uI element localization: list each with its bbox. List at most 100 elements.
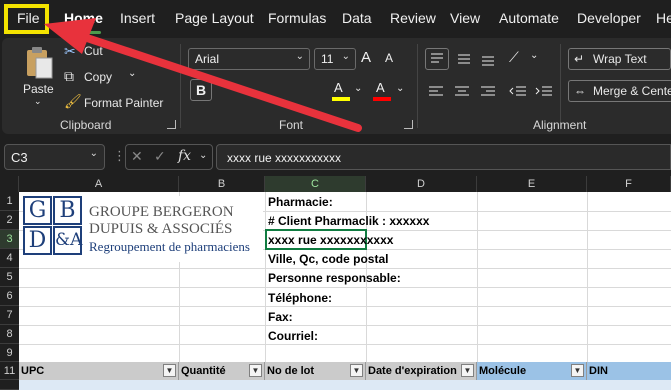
filter-dropdown-icon[interactable]: ▼ bbox=[163, 364, 176, 377]
clipboard-launcher-icon[interactable] bbox=[167, 120, 176, 129]
merge-center-button[interactable]: ⇔ Merge & Cente bbox=[568, 80, 671, 102]
row-header-9[interactable]: 9 bbox=[0, 344, 19, 362]
format-painter-button[interactable]: 🖌 Format Painter bbox=[62, 93, 172, 113]
formula-bar: C3 ⌄ ⋮ ✕ ✓ fx ⌄ xxxx rue xxxxxxxxxxx bbox=[0, 139, 671, 175]
wrap-text-button[interactable]: ↵ Wrap Text bbox=[568, 48, 671, 70]
cell-area[interactable]: G B D &A GROUPE BERGERON DUPUIS & ASSOCI… bbox=[19, 192, 671, 390]
fill-color-button[interactable]: A bbox=[332, 80, 352, 102]
row-header-5[interactable]: 5 bbox=[0, 268, 19, 287]
table-header-row: UPC ▼ Quantité ▼ No de lot ▼ Date d'expi… bbox=[19, 362, 671, 380]
excel-window: File Home Insert Page Layout Formulas Da… bbox=[0, 0, 671, 390]
enter-icon[interactable]: ✓ bbox=[154, 148, 166, 165]
font-color-button[interactable]: A bbox=[372, 80, 392, 102]
select-all-corner[interactable] bbox=[0, 176, 19, 192]
tab-automate[interactable]: Automate bbox=[499, 10, 559, 26]
header-upc: UPC ▼ bbox=[19, 362, 179, 380]
paste-label: Paste bbox=[23, 82, 54, 96]
tab-formulas[interactable]: Formulas bbox=[268, 10, 326, 26]
increase-indent-icon[interactable] bbox=[534, 81, 556, 101]
row-header-3[interactable]: 3 bbox=[0, 230, 19, 249]
row-header-1[interactable]: 1 bbox=[0, 192, 19, 211]
column-header-d[interactable]: D bbox=[366, 176, 477, 192]
row-header-4[interactable]: 4 bbox=[0, 249, 19, 268]
font-launcher-icon[interactable] bbox=[404, 120, 413, 129]
cell-c4: Ville, Qc, code postal bbox=[268, 252, 389, 266]
font-color-chevron-icon[interactable]: ⌄ bbox=[396, 83, 404, 94]
tab-review[interactable]: Review bbox=[390, 10, 436, 26]
header-din: DIN bbox=[587, 362, 671, 380]
align-center-icon[interactable] bbox=[452, 81, 474, 101]
logo-line-1: GROUPE BERGERON bbox=[89, 204, 234, 220]
header-quantite: Quantité ▼ bbox=[179, 362, 265, 380]
wrap-text-icon: ↵ bbox=[574, 52, 585, 66]
align-left-icon[interactable] bbox=[426, 81, 448, 101]
row-header-2[interactable]: 2 bbox=[0, 211, 19, 230]
filter-dropdown-icon[interactable]: ▼ bbox=[350, 364, 363, 377]
cut-button[interactable]: ✂ Cut bbox=[62, 42, 132, 62]
font-name-select[interactable]: Arial ⌄ bbox=[188, 48, 310, 70]
filter-dropdown-icon[interactable]: ▼ bbox=[461, 364, 474, 377]
column-header-a[interactable]: A bbox=[19, 176, 179, 192]
name-box-value: C3 bbox=[11, 150, 28, 165]
name-box[interactable]: C3 ⌄ bbox=[4, 144, 105, 170]
paste-button[interactable]: Paste ⌄ bbox=[16, 42, 60, 110]
tab-insert[interactable]: Insert bbox=[120, 10, 155, 26]
orientation-icon[interactable]: ⟋ bbox=[509, 49, 519, 66]
column-header-c[interactable]: C bbox=[265, 176, 366, 192]
clipboard-group-label: Clipboard bbox=[60, 118, 112, 132]
header-molecule-label: Molécule bbox=[479, 365, 527, 377]
tab-view[interactable]: View bbox=[450, 10, 480, 26]
group-divider bbox=[417, 44, 418, 128]
filter-dropdown-icon[interactable]: ▼ bbox=[249, 364, 262, 377]
formula-value: xxxx rue xxxxxxxxxxx bbox=[227, 151, 342, 165]
tab-data[interactable]: Data bbox=[342, 10, 372, 26]
grow-font-button[interactable]: A bbox=[361, 49, 371, 66]
column-header-b[interactable]: B bbox=[179, 176, 265, 192]
header-date-expiration: Date d'expiration ▼ bbox=[366, 362, 477, 380]
header-din-label: DIN bbox=[589, 365, 608, 377]
table-row[interactable] bbox=[19, 380, 671, 390]
header-quantite-label: Quantité bbox=[181, 365, 226, 377]
tab-help[interactable]: He bbox=[656, 10, 671, 26]
header-date-expiration-label: Date d'expiration bbox=[368, 365, 457, 377]
column-header-e[interactable]: E bbox=[477, 176, 587, 192]
spreadsheet-grid: A B C D E F 1 2 3 4 5 6 7 8 9 11 G B D &… bbox=[0, 176, 671, 390]
logo-letter-d: D bbox=[23, 226, 52, 255]
copy-chevron-icon: ⌄ bbox=[128, 68, 137, 79]
align-top-button[interactable] bbox=[425, 48, 449, 70]
fill-color-chevron-icon[interactable]: ⌄ bbox=[354, 83, 362, 94]
bold-button[interactable]: B bbox=[190, 79, 212, 101]
cell-c8: Courriel: bbox=[268, 329, 319, 343]
cell-c1: Pharmacie: bbox=[268, 195, 333, 209]
align-middle-icon[interactable] bbox=[454, 49, 476, 69]
group-divider bbox=[560, 44, 561, 128]
font-size-select[interactable]: 11 ⌄ bbox=[314, 48, 356, 70]
decrease-indent-icon[interactable] bbox=[508, 81, 530, 101]
font-group-label: Font bbox=[279, 118, 304, 132]
filter-dropdown-icon[interactable]: ▼ bbox=[571, 364, 584, 377]
row-header-6[interactable]: 6 bbox=[0, 287, 19, 306]
cancel-icon[interactable]: ✕ bbox=[131, 148, 143, 165]
formula-input[interactable]: xxxx rue xxxxxxxxxxx bbox=[216, 144, 671, 170]
row-header-7[interactable]: 7 bbox=[0, 306, 19, 325]
tab-developer[interactable]: Developer bbox=[577, 10, 641, 26]
align-top-icon bbox=[431, 53, 443, 63]
row-header-8[interactable]: 8 bbox=[0, 325, 19, 344]
align-bottom-icon[interactable] bbox=[478, 49, 500, 69]
orientation-chevron-icon[interactable]: ⌄ bbox=[530, 50, 538, 61]
row-header-11[interactable]: 11 bbox=[0, 362, 19, 380]
cell-c5: Personne responsable: bbox=[268, 271, 401, 285]
insert-function-icon[interactable]: fx bbox=[178, 148, 191, 164]
shrink-font-button[interactable]: A bbox=[385, 51, 393, 65]
tab-page-layout[interactable]: Page Layout bbox=[175, 10, 254, 26]
row-header-12[interactable] bbox=[0, 380, 19, 390]
font-color-icon: A bbox=[376, 80, 385, 95]
tab-home[interactable]: Home bbox=[64, 10, 103, 34]
align-right-icon[interactable] bbox=[478, 81, 500, 101]
format-painter-label: Format Painter bbox=[84, 96, 164, 110]
copy-button[interactable]: ⧉ Copy ⌄ bbox=[62, 68, 142, 88]
logo-line-2: DUPUIS & ASSOCIÉS bbox=[89, 221, 233, 237]
logo-line-3: Regroupement de pharmaciens bbox=[89, 239, 250, 254]
column-header-f[interactable]: F bbox=[587, 176, 671, 192]
header-upc-label: UPC bbox=[21, 365, 45, 377]
